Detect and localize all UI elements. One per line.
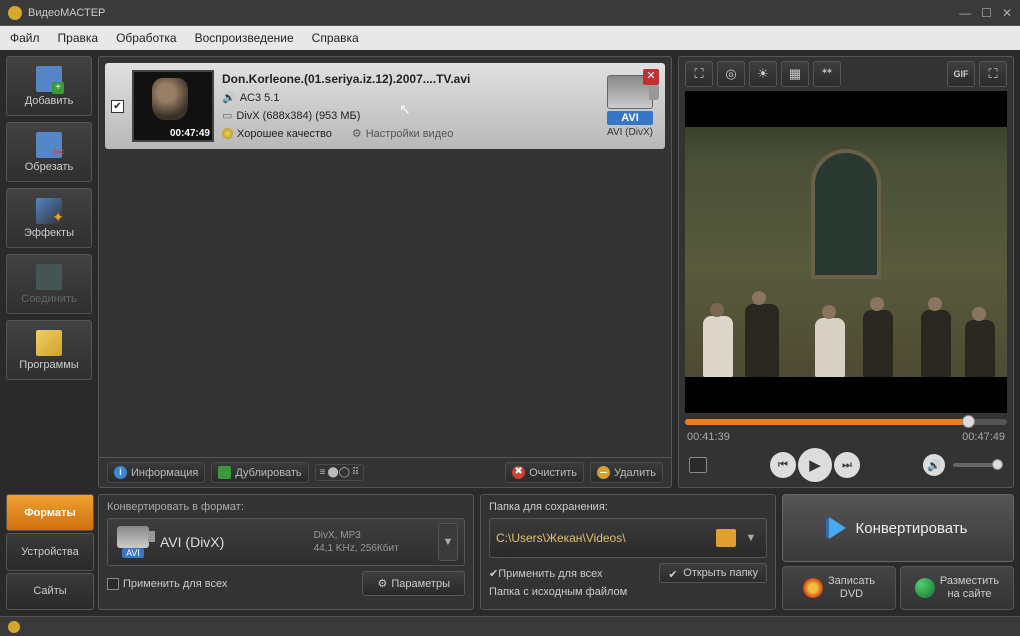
speed-controls-button[interactable]: ▦ xyxy=(781,61,809,87)
cut-icon xyxy=(36,132,62,158)
menubar: Файл Правка Обработка Воспроизведение Сп… xyxy=(0,26,1020,50)
mute-button[interactable]: 🔊 xyxy=(923,454,945,476)
tab-devices[interactable]: Устройства xyxy=(6,533,94,570)
info-button[interactable]: iИнформация xyxy=(107,462,205,483)
tab-formats[interactable]: Форматы xyxy=(6,494,94,531)
crop-button[interactable]: ⛶ xyxy=(685,61,713,87)
app-title: ВидеоМАСТЕР xyxy=(28,7,105,19)
view-toggle[interactable]: ≡⬤◯⠿ xyxy=(315,464,365,481)
motion-button[interactable]: ᕯ xyxy=(813,61,841,87)
source-folder-checkbox[interactable]: Папка с исходным файлом xyxy=(489,586,627,598)
gear-icon: ⚙ xyxy=(377,577,387,590)
snapshot-button[interactable] xyxy=(689,457,707,473)
time-current: 00:41:39 xyxy=(687,431,730,443)
convert-button[interactable]: Конвертировать xyxy=(782,494,1014,562)
path-dropdown-button[interactable]: ▼ xyxy=(742,532,760,544)
gear-icon: ⚙ xyxy=(352,127,362,140)
quality-label: Хорошее качество xyxy=(237,128,332,140)
clear-button[interactable]: ✖Очистить xyxy=(505,462,584,483)
play-button[interactable]: ▶ xyxy=(798,448,832,482)
programs-icon xyxy=(36,330,62,356)
video-settings-link[interactable]: ⚙Настройки видео xyxy=(352,127,454,140)
remove-file-button[interactable]: ✕ xyxy=(643,69,659,85)
menu-process[interactable]: Обработка xyxy=(116,31,177,45)
action-panel: Конвертировать Записать DVD Разместить н… xyxy=(782,494,1014,610)
convert-arrow-icon xyxy=(829,517,846,539)
volume-slider[interactable] xyxy=(953,463,1003,467)
duplicate-button[interactable]: Дублировать xyxy=(211,462,308,483)
prev-frame-button[interactable]: ⏮ xyxy=(770,452,796,478)
rotate-button[interactable]: ◎ xyxy=(717,61,745,87)
volume-knob[interactable] xyxy=(992,459,1003,470)
browse-folder-button[interactable] xyxy=(716,529,736,547)
clear-icon: ✖ xyxy=(512,466,525,479)
sidebar: Добавить Обрезать Эффекты Соединить Прог… xyxy=(6,56,92,488)
duplicate-icon xyxy=(218,466,231,479)
globe-icon xyxy=(915,578,935,598)
format-dropdown-button[interactable]: ▼ xyxy=(438,523,458,561)
format-name: AVI (DivX) xyxy=(160,534,306,550)
save-header: Папка для сохранения: xyxy=(489,501,767,513)
list-toolbar: iИнформация Дублировать ≡⬤◯⠿ ✖Очистить −… xyxy=(99,457,671,487)
info-icon: i xyxy=(114,466,127,479)
minimize-button[interactable]: — xyxy=(959,6,971,20)
save-path: C:\Users\Жекан\Videos\ xyxy=(496,531,710,545)
add-icon xyxy=(36,66,62,92)
titlebar: ВидеоМАСТЕР — ☐ ✕ xyxy=(0,0,1020,26)
file-checkbox[interactable]: ✔ xyxy=(111,100,124,113)
maximize-button[interactable]: ☐ xyxy=(981,6,992,20)
format-selector[interactable]: AVI AVI (DivX) DivX, MP344,1 KHz, 256Кби… xyxy=(107,518,465,566)
seek-bar[interactable] xyxy=(685,419,1007,425)
params-button[interactable]: ⚙Параметры xyxy=(362,571,465,596)
file-thumbnail[interactable]: 00:47:49 xyxy=(132,70,214,142)
next-frame-button[interactable]: ⏭ xyxy=(834,452,860,478)
effects-icon xyxy=(36,198,62,224)
menu-help[interactable]: Справка xyxy=(312,31,359,45)
menu-edit[interactable]: Правка xyxy=(58,31,99,45)
menu-file[interactable]: Файл xyxy=(10,31,40,45)
video-info: DivX (688x384) (953 МБ) xyxy=(236,110,360,122)
app-logo-icon xyxy=(8,6,22,20)
tab-sites[interactable]: Сайты xyxy=(6,573,94,610)
audio-info: AC3 5.1 xyxy=(240,92,280,104)
video-icon: ▭ xyxy=(222,109,232,122)
open-folder-button[interactable]: ✔Открыть папку xyxy=(659,563,767,583)
save-apply-all-checkbox[interactable]: ✔Применить для всех xyxy=(489,567,603,580)
delete-button[interactable]: −Удалить xyxy=(590,462,663,483)
statusbar xyxy=(0,616,1020,636)
burn-dvd-button[interactable]: Записать DVD xyxy=(782,566,896,610)
save-panel: Папка для сохранения: C:\Users\Жекан\Vid… xyxy=(480,494,776,610)
save-path-field[interactable]: C:\Users\Жекан\Videos\ ▼ xyxy=(489,518,767,558)
merge-icon xyxy=(36,264,62,290)
preview-panel: ⛶ ◎ ☀ ▦ ᕯ GIF ⛶ 00:41:39 00:47:49 xyxy=(678,56,1014,488)
gif-button[interactable]: GIF xyxy=(947,61,975,87)
programs-button[interactable]: Программы xyxy=(6,320,92,380)
file-name: Don.Korleone.(01.seriya.iz.12).2007....T… xyxy=(222,72,593,86)
file-list-panel: ✔ 00:47:49 Don.Korleone.(01.seriya.iz.12… xyxy=(98,56,672,488)
status-icon xyxy=(8,621,20,633)
format-icon: AVI xyxy=(114,526,152,558)
effects-button[interactable]: Эффекты xyxy=(6,188,92,248)
cut-button[interactable]: Обрезать xyxy=(6,122,92,182)
format-panel: Конвертировать в формат: AVI AVI (DivX) … xyxy=(98,494,474,610)
thumb-timestamp: 00:47:49 xyxy=(170,128,210,139)
time-total: 00:47:49 xyxy=(962,431,1005,443)
format-header: Конвертировать в формат: xyxy=(107,501,465,513)
brightness-button[interactable]: ☀ xyxy=(749,61,777,87)
quality-icon xyxy=(222,128,233,139)
seek-knob[interactable] xyxy=(962,415,975,428)
video-preview[interactable] xyxy=(685,91,1007,413)
audio-icon: 🔊 xyxy=(222,91,236,104)
format-apply-all-checkbox[interactable]: Применить для всех xyxy=(107,578,227,590)
fullscreen-button[interactable]: ⛶ xyxy=(979,61,1007,87)
menu-playback[interactable]: Воспроизведение xyxy=(195,31,294,45)
file-row[interactable]: ✔ 00:47:49 Don.Korleone.(01.seriya.iz.12… xyxy=(105,63,665,149)
disc-icon xyxy=(803,578,823,598)
add-button[interactable]: Добавить xyxy=(6,56,92,116)
close-window-button[interactable]: ✕ xyxy=(1002,6,1012,20)
minus-icon: − xyxy=(597,466,610,479)
upload-button[interactable]: Разместить на сайте xyxy=(900,566,1014,610)
format-tabs: Форматы Устройства Сайты xyxy=(6,494,94,610)
merge-button[interactable]: Соединить xyxy=(6,254,92,314)
